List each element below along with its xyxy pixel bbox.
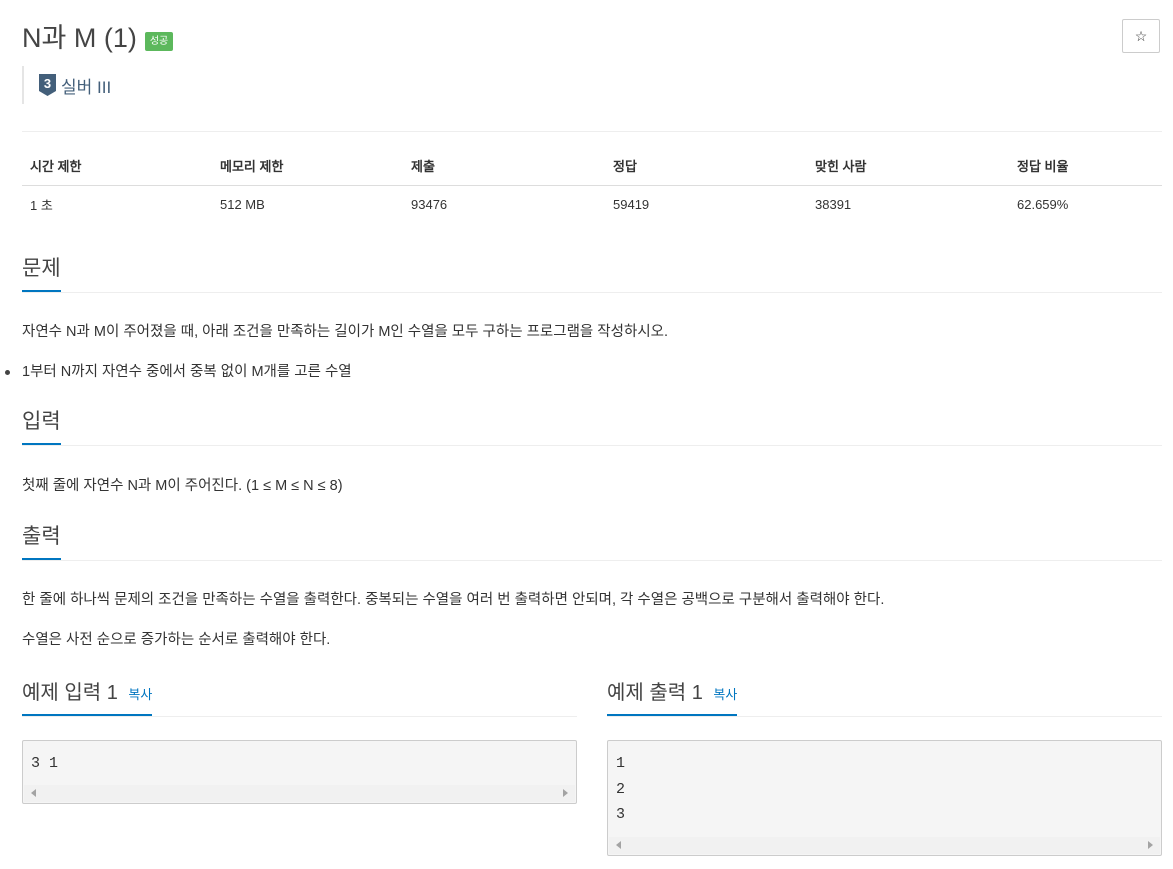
description-paragraph: 자연수 N과 M이 주어졌을 때, 아래 조건을 만족하는 길이가 M인 수열을… [22,324,669,340]
tier-number: 3 [44,76,51,91]
input-section-header: 입력 [22,409,1162,446]
sample-input-title-text: 예제 입력 1 [22,682,118,704]
problem-description-header: 문제 [22,256,1162,293]
sample-output-header: 예제 출력 1 복사 [607,680,1162,717]
problem-tier: 3 실버 III [22,66,111,104]
problem-title-row: N과 M (1) 성공 [22,20,174,56]
section-rule [22,560,1162,561]
header-solved-users: 맞힌 사람 [807,153,1009,186]
sample-input-title: 예제 입력 1 복사 [22,680,153,717]
silver-tier-icon: 3 [39,74,56,96]
favorite-star-button[interactable]: ☆ [1122,19,1160,53]
section-rule [22,445,1162,446]
section-rule [22,292,1162,293]
status-badge: 성공 [144,31,174,51]
description-bullet-item: 1부터 N까지 자연수 중에서 중복 없이 M개를 고른 수열 [5,364,352,380]
input-paragraph: 첫째 줄에 자연수 N과 M이 주어진다. (1 ≤ M ≤ N ≤ 8) [22,478,343,494]
sample-output-title: 예제 출력 1 복사 [607,680,738,717]
info-table-value-row: 1 초 512 MB 93476 59419 38391 62.659% [22,186,1162,223]
copy-sample-output-link[interactable]: 복사 [713,687,737,702]
scroll-left-arrow-icon[interactable] [31,789,36,797]
scroll-right-arrow-icon[interactable] [563,789,568,797]
header-submissions: 제출 [403,153,605,186]
submissions-value: 93476 [411,196,448,212]
section-title-description: 문제 [22,256,61,293]
star-icon: ☆ [1134,27,1148,44]
problem-title: N과 M (1) [22,23,137,53]
scroll-right-arrow-icon[interactable] [1148,841,1153,849]
header-accepted: 정답 [605,153,807,186]
accept-ratio-value: 62.659% [1017,196,1069,212]
problem-info-table: 시간 제한 메모리 제한 제출 정답 맞힌 사람 정답 비율 1 초 512 M… [22,153,1162,222]
sample-output-title-text: 예제 출력 1 [607,682,703,704]
section-title-input: 입력 [22,409,61,446]
output-paragraph-1: 한 줄에 하나씩 문제의 조건을 만족하는 수열을 출력한다. 중복되는 수열을… [22,592,885,608]
sample-output-content: 1 2 3 [616,755,626,823]
sample-input-content: 3 1 [31,755,59,772]
header-divider [22,131,1162,132]
accepted-value: 59419 [613,196,650,212]
sample-input-header: 예제 입력 1 복사 [22,680,577,717]
tier-label: 실버 III [61,77,112,97]
time-limit-value: 1 초 [30,197,53,213]
section-title-output: 출력 [22,524,61,561]
header-time-limit: 시간 제한 [22,153,212,186]
output-section-header: 출력 [22,524,1162,561]
sample-input-scrollbar[interactable] [24,785,575,802]
sample-output-box[interactable]: 1 2 3 [607,740,1162,856]
info-table-header-row: 시간 제한 메모리 제한 제출 정답 맞힌 사람 정답 비율 [22,153,1162,186]
section-rule [22,716,577,717]
output-paragraph-2: 수열은 사전 순으로 증가하는 순서로 출력해야 한다. [22,632,331,648]
header-memory-limit: 메모리 제한 [212,153,403,186]
section-rule [607,716,1162,717]
solved-users-value: 38391 [815,196,852,212]
sample-output-scrollbar[interactable] [609,837,1160,854]
scroll-left-arrow-icon[interactable] [616,841,621,849]
copy-sample-input-link[interactable]: 복사 [128,687,152,702]
sample-input-box[interactable]: 3 1 [22,740,577,804]
memory-limit-value: 512 MB [220,196,265,212]
header-accept-ratio: 정답 비율 [1009,153,1162,186]
